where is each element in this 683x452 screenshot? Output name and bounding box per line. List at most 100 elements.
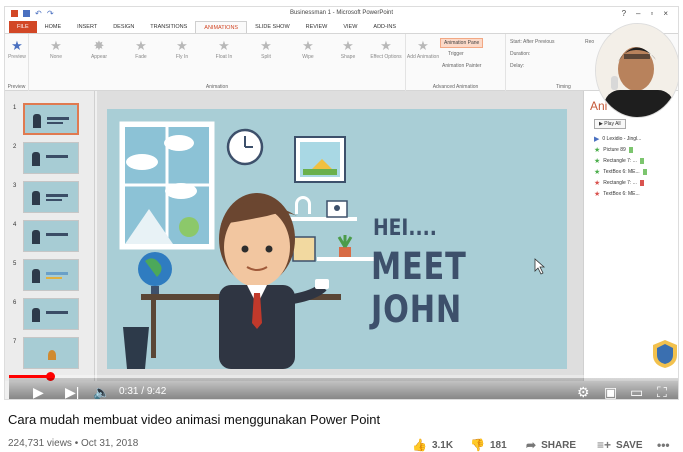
slide-thumbnail[interactable]: [23, 142, 79, 174]
animation-item-label: Picture 89: [603, 147, 626, 153]
tab-transitions[interactable]: TRANSITIONS: [142, 21, 195, 33]
fullscreen-icon[interactable]: ⛶: [657, 384, 667, 399]
photo-person: [334, 205, 340, 211]
animation-shape[interactable]: ★ Shape: [329, 38, 367, 60]
animation-split[interactable]: ★ Split: [247, 38, 285, 60]
slide[interactable]: HEI.... MEET JOHN: [107, 109, 567, 369]
animation-list-item[interactable]: ★ TextBox 6: ME...: [594, 190, 640, 198]
animation-item-label: Rectangle 7: ...: [603, 180, 637, 186]
animation-list-item[interactable]: ▶ 0 Lexidio - Jingl...: [594, 135, 641, 143]
cloud: [164, 135, 194, 151]
settings-icon[interactable]: ⚙: [577, 384, 590, 399]
trigger-button[interactable]: Trigger: [448, 51, 464, 57]
animation-float-in[interactable]: ★ Float In: [205, 38, 243, 60]
animation-group: ★ None ✸ Appear ★ Fade ★ Fly In ★ Float In ★ S…: [29, 34, 406, 91]
share-label: SHARE: [541, 439, 577, 451]
start-dropdown[interactable]: Start: After Previous: [510, 39, 554, 45]
slide-thumbnail[interactable]: [23, 220, 79, 252]
animation-painter-button[interactable]: Animation Painter: [442, 63, 481, 69]
save-label: SAVE: [616, 439, 643, 451]
slide-thumbnail[interactable]: [23, 103, 79, 135]
animation-wipe[interactable]: ★ Wipe: [289, 38, 327, 60]
effect-options-label: Effect Options: [370, 54, 402, 60]
add-animation-label: Add Animation: [406, 54, 440, 60]
play-all-button[interactable]: ▶ Play All: [594, 119, 626, 129]
animation-label: Wipe: [302, 54, 314, 60]
tree: [179, 217, 199, 237]
slide-thumbnail[interactable]: [23, 337, 79, 369]
star-icon: ★: [417, 38, 429, 53]
dislike-count: 181: [489, 439, 507, 451]
figure-shape: [32, 191, 40, 205]
star-icon: ★: [594, 147, 601, 154]
player-controls: ▶ ▶| 🔈 0:31 / 9:42 ⚙ ▣ ▭ ⛶: [9, 378, 678, 399]
animation-appear[interactable]: ✸ Appear: [80, 38, 118, 60]
animation-label: Split: [261, 54, 271, 60]
figure-shape: [32, 308, 40, 322]
certificate: [292, 236, 316, 262]
animation-list-item[interactable]: ★ Picture 89: [594, 146, 633, 154]
webcam-overlay: [595, 23, 678, 118]
minimize-icon[interactable]: –: [636, 9, 640, 18]
thumbs-up-icon: 👍: [412, 438, 427, 452]
ribbon: ★ Preview Preview ★ None ✸ Appear ★ Fade ★ F…: [5, 33, 678, 91]
volume-icon[interactable]: 🔈: [93, 384, 110, 399]
more-actions-button[interactable]: •••: [657, 438, 670, 452]
dislike-button[interactable]: 👎 181: [470, 438, 507, 452]
tab-view[interactable]: VIEW: [335, 21, 365, 33]
headphones-icon: [295, 196, 311, 214]
save-button[interactable]: ≡+ SAVE: [597, 438, 643, 452]
miniplayer-icon[interactable]: ▣: [604, 384, 617, 399]
play-icon[interactable]: ▶: [33, 384, 44, 399]
delay-field[interactable]: Delay:: [510, 63, 524, 69]
animation-list-item[interactable]: ★ TextBox 6: ME...: [594, 168, 647, 176]
tab-design[interactable]: DESIGN: [105, 21, 142, 33]
slide-number: 5: [13, 261, 17, 267]
more-icon: •••: [657, 438, 670, 452]
animation-none[interactable]: ★ None: [37, 38, 75, 60]
animation-fade[interactable]: ★ Fade: [122, 38, 160, 60]
slide-thumbnail[interactable]: [23, 298, 79, 330]
preview-label: Preview: [8, 54, 26, 60]
cloud: [165, 183, 197, 199]
animation-item-label: 0 Lexidio - Jingl...: [602, 136, 642, 142]
reorder-label: Reo: [585, 39, 595, 45]
tab-add-ins[interactable]: ADD-INS: [365, 21, 404, 33]
add-animation-button[interactable]: ★ Add Animation: [406, 38, 440, 60]
text-shape: [46, 194, 68, 197]
tab-slide-show[interactable]: SLIDE SHOW: [247, 21, 298, 33]
theater-mode-icon[interactable]: ▭: [630, 384, 643, 399]
tab-insert[interactable]: INSERT: [69, 21, 105, 33]
animation-pane-button[interactable]: Animation Pane: [440, 38, 484, 48]
close-icon[interactable]: ×: [663, 9, 668, 18]
advanced-animation-group: ★ Add Animation Animation Pane Trigger An…: [406, 34, 506, 91]
video-player[interactable]: ↶ ↷ Businessman 1 - Microsoft PowerPoint…: [4, 6, 679, 400]
slide-heading: MEET JOHN: [371, 245, 467, 331]
plant: [337, 235, 353, 248]
ppt-titlebar: ↶ ↷ Businessman 1 - Microsoft PowerPoint…: [5, 7, 678, 21]
picture-grass: [303, 169, 337, 175]
duration-field[interactable]: Duration:: [510, 51, 530, 57]
next-icon[interactable]: ▶|: [65, 384, 79, 399]
tab-review[interactable]: REVIEW: [298, 21, 336, 33]
slide-thumbnail[interactable]: [23, 181, 79, 213]
preview-group-label: Preview: [7, 84, 26, 90]
animation-list-item[interactable]: ★ Rectangle 7: ...: [594, 179, 644, 187]
tab-animations[interactable]: ANIMATIONS: [195, 21, 248, 33]
total-time: 9:42: [146, 386, 167, 397]
like-button[interactable]: 👍 3.1K: [412, 438, 453, 452]
effect-options-button[interactable]: ★ Effect Options: [369, 38, 403, 60]
animation-list-item[interactable]: ★ Rectangle 7: ...: [594, 157, 644, 165]
slide-heading-small: HEI....: [373, 216, 437, 241]
eye: [265, 245, 273, 253]
animation-fly-in[interactable]: ★ Fly In: [163, 38, 201, 60]
slide-thumbnail[interactable]: [23, 259, 79, 291]
tab-file[interactable]: FILE: [9, 21, 37, 33]
star-icon: ★: [302, 38, 314, 53]
help-icon[interactable]: ?: [622, 9, 626, 18]
current-time: 0:31: [119, 386, 139, 397]
restore-icon[interactable]: ▫: [650, 9, 653, 18]
tab-home[interactable]: HOME: [37, 21, 70, 33]
text-shape: [46, 311, 68, 314]
share-button[interactable]: ➦ SHARE: [526, 438, 576, 452]
